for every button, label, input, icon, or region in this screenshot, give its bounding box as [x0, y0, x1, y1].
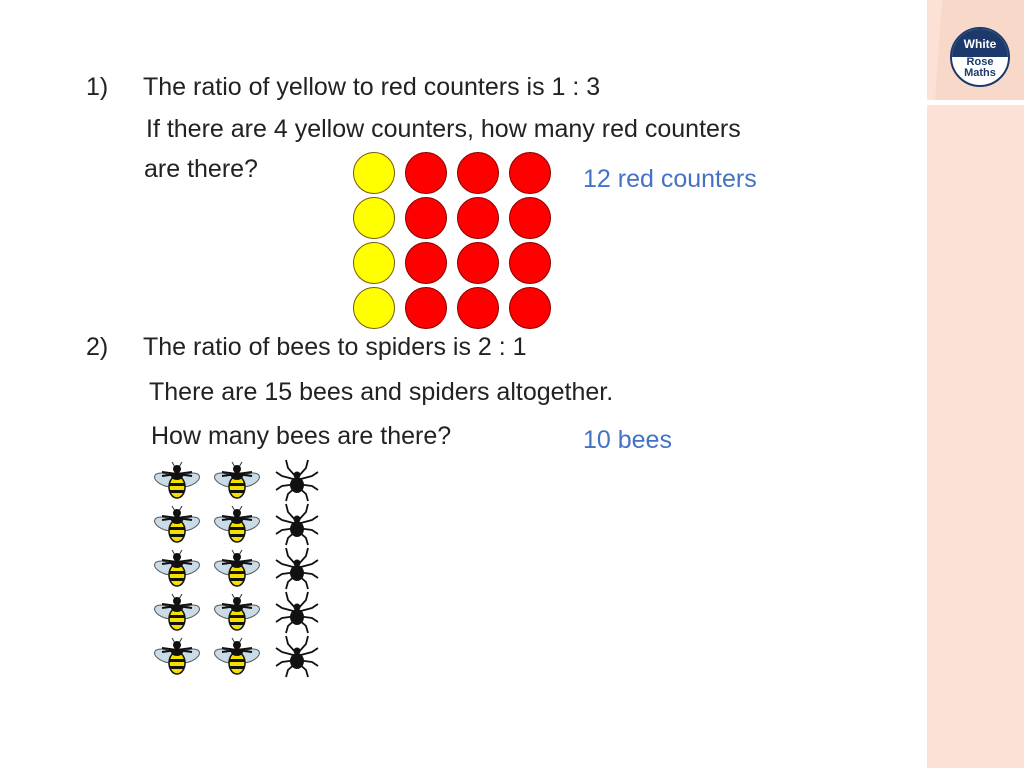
- red-counter: [509, 242, 551, 284]
- red-counter: [509, 197, 551, 239]
- creature-grid: [152, 458, 332, 678]
- bee-icon: [212, 590, 262, 634]
- bee-icon: [152, 546, 202, 590]
- question-2-number: 2): [86, 333, 109, 361]
- spider-icon: [272, 634, 322, 678]
- red-counter: [405, 197, 447, 239]
- yellow-counter: [353, 197, 395, 239]
- question-1-line-3: are there?: [144, 155, 258, 183]
- spider-icon: [272, 546, 322, 590]
- red-counter: [457, 152, 499, 194]
- spider-icon: [272, 458, 322, 502]
- question-2-answer: 10 bees: [583, 426, 672, 454]
- counter-grid: [353, 152, 551, 329]
- question-1-line-1: The ratio of yellow to red counters is 1…: [143, 73, 601, 101]
- bee-icon: [212, 546, 262, 590]
- bee-icon: [212, 502, 262, 546]
- sidebar-divider: [927, 100, 1024, 105]
- question-1-answer: 12 red counters: [583, 165, 757, 193]
- bee-icon: [212, 458, 262, 502]
- question-1-number: 1): [86, 73, 109, 101]
- logo-text-maths: Maths: [964, 67, 996, 79]
- spider-icon: [272, 590, 322, 634]
- red-counter: [405, 152, 447, 194]
- bee-icon: [152, 502, 202, 546]
- yellow-counter: [353, 152, 395, 194]
- red-counter: [457, 287, 499, 329]
- question-2-line-2: There are 15 bees and spiders altogether…: [149, 378, 614, 406]
- red-counter: [405, 287, 447, 329]
- bee-icon: [152, 634, 202, 678]
- red-counter: [509, 152, 551, 194]
- bee-icon: [212, 634, 262, 678]
- question-2-line-1: The ratio of bees to spiders is 2 : 1: [143, 333, 527, 361]
- red-counter: [457, 242, 499, 284]
- red-counter: [457, 197, 499, 239]
- white-rose-maths-logo: White Rose Maths: [950, 27, 1010, 87]
- red-counter: [405, 242, 447, 284]
- sidebar-band: [927, 0, 1024, 768]
- spider-icon: [272, 502, 322, 546]
- question-1-line-2: If there are 4 yellow counters, how many…: [146, 115, 741, 143]
- red-counter: [509, 287, 551, 329]
- bee-icon: [152, 590, 202, 634]
- yellow-counter: [353, 242, 395, 284]
- yellow-counter: [353, 287, 395, 329]
- question-2-line-3: How many bees are there?: [151, 422, 452, 450]
- bee-icon: [152, 458, 202, 502]
